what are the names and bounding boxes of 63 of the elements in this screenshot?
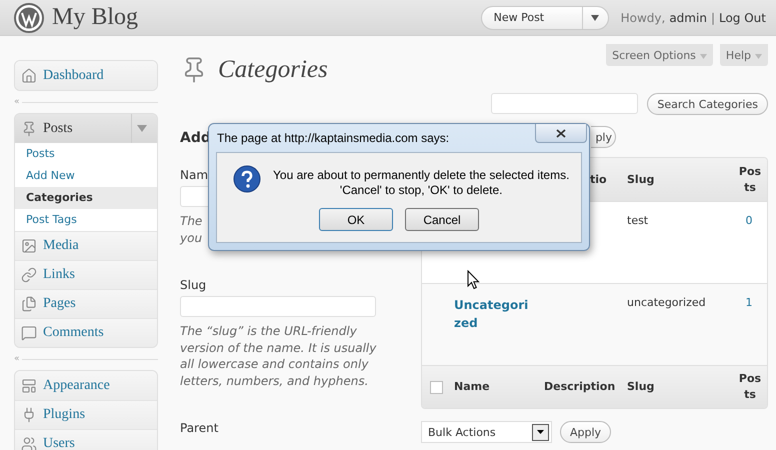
separator-text: | [710, 10, 715, 24]
apply-button[interactable]: ply [591, 126, 616, 148]
page-title: Categories [218, 56, 328, 84]
search-field[interactable] [491, 93, 638, 114]
caret-icon [537, 430, 544, 434]
column-header[interactable]: Description [538, 379, 621, 395]
close-button[interactable] [535, 124, 587, 143]
text-field[interactable] [180, 296, 376, 317]
field-label: Parent [180, 421, 218, 435]
column-header[interactable]: Posts [731, 371, 767, 403]
house-icon [21, 68, 37, 84]
caret-icon [755, 54, 762, 58]
dialog-title: The page at http://kaptainsmedia.com says: [217, 131, 450, 145]
link-icon [21, 267, 37, 283]
menu-item[interactable]: Users [15, 429, 157, 450]
apply-button[interactable]: Apply [560, 421, 612, 443]
caret-icon [700, 54, 707, 58]
bulk-actions-select[interactable]: Bulk Actions [421, 421, 552, 443]
column-header[interactable]: Posts [731, 164, 767, 196]
image-icon [21, 238, 37, 254]
logout-link[interactable]: Log Out [718, 10, 766, 24]
field-label: Slug [180, 278, 206, 292]
menu-item[interactable]: Posts [15, 114, 157, 143]
menu-item[interactable]: Comments [15, 318, 157, 347]
screen-tab[interactable]: Screen Options [606, 44, 713, 66]
column-header[interactable]: Name [448, 379, 538, 395]
site-title: My Blog [52, 4, 138, 31]
submenu-item[interactable]: Categories [15, 187, 157, 209]
user-link[interactable]: admin [669, 10, 707, 24]
layout-icon [21, 378, 37, 394]
caret-icon [591, 14, 600, 20]
field-description: The you [180, 213, 204, 246]
speech-bubble-icon [21, 325, 37, 341]
menu-item[interactable]: Pages [15, 289, 157, 318]
menu-item[interactable]: Links [15, 260, 157, 289]
column-header[interactable]: Slug [621, 172, 731, 188]
dialog-button[interactable]: Cancel [405, 208, 479, 231]
close-icon [556, 128, 566, 138]
menu-item[interactable]: Appearance [15, 371, 157, 400]
checkbox[interactable] [430, 380, 443, 394]
wordpress-logo-icon [14, 2, 44, 32]
users-icon [21, 436, 37, 450]
post-count-link[interactable]: 0 [731, 202, 767, 227]
greeting-text: Howdy, [620, 10, 666, 24]
table-cell-text: uncategorized [626, 295, 707, 309]
menu-item[interactable]: Plugins [15, 400, 157, 429]
menu-item[interactable]: Media [15, 231, 157, 260]
new-post-button[interactable]: New Post [480, 6, 609, 30]
category-link[interactable]: Uncategorized [448, 284, 538, 332]
dialog-message: You are about to permanently delete the selected items. 'Cancel' to stop, 'OK' to delete. [273, 168, 570, 198]
pushpin-icon [21, 120, 37, 136]
field-label: Nam [180, 168, 208, 182]
pages-icon [21, 296, 37, 312]
screen-tab[interactable]: Help [720, 44, 768, 66]
column-header[interactable]: Slug [621, 379, 731, 395]
caret-icon [136, 125, 146, 132]
dialog-button[interactable]: OK [319, 208, 393, 231]
search-button[interactable]: Search Categories [647, 93, 768, 115]
table-cell-text: test [626, 213, 650, 227]
question-icon [233, 165, 261, 193]
post-count-link[interactable]: 1 [731, 284, 767, 309]
menu-item[interactable]: Dashboard [15, 61, 157, 90]
field-description: The “slug” is the URL-friendly version of the name. It is usually all lowercase and contains only letters, numbers, and hyphens. [180, 323, 378, 389]
